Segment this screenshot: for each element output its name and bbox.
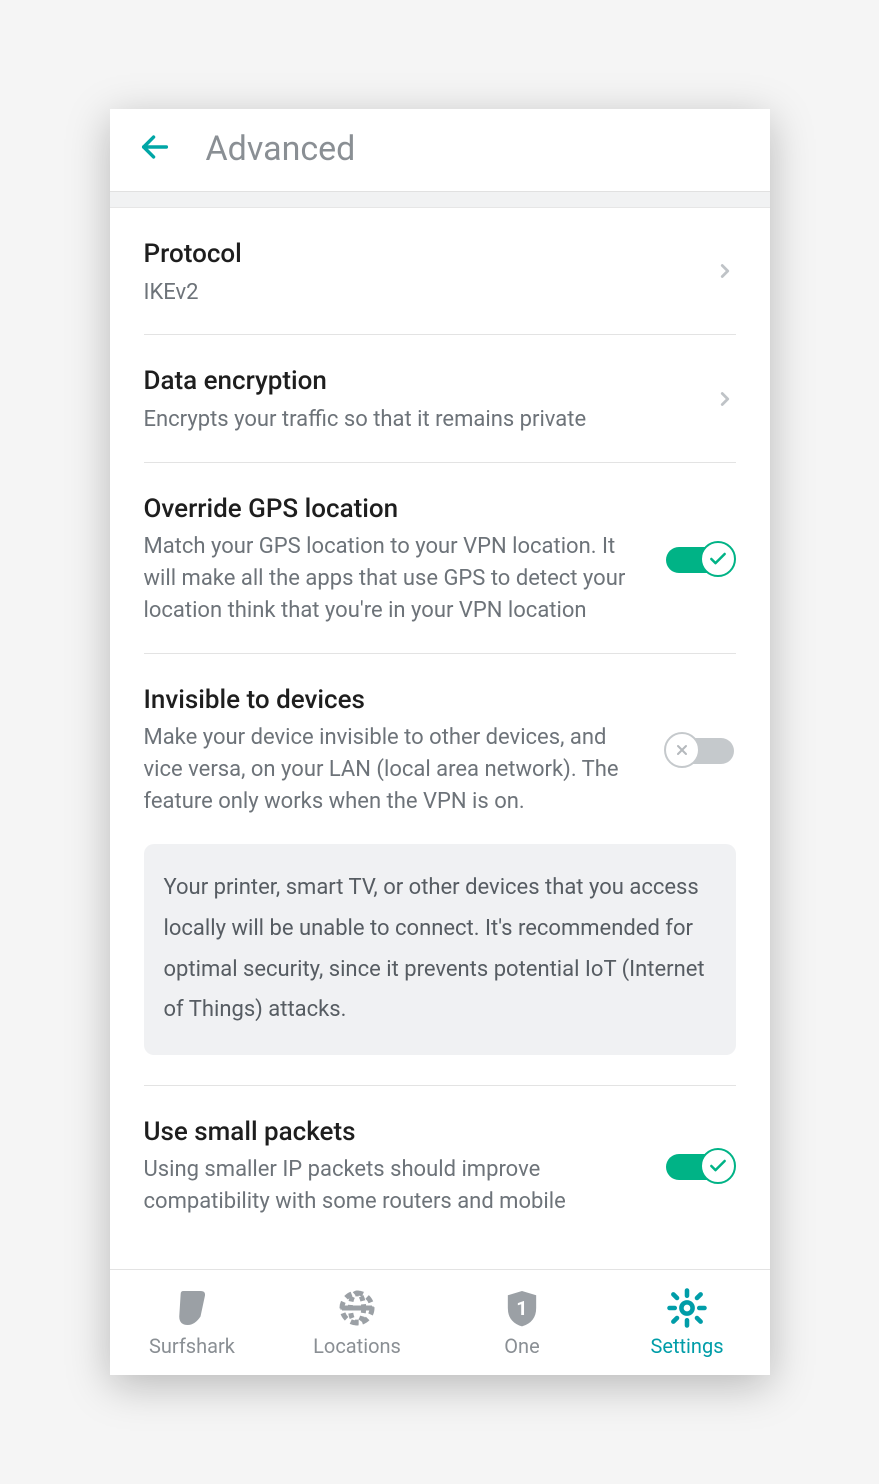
bottom-nav: Surfshark Locations 1 One Settings	[110, 1269, 770, 1375]
nav-label: One	[504, 1334, 539, 1358]
close-icon	[664, 732, 700, 768]
setting-title: Protocol	[144, 238, 698, 271]
nav-label: Locations	[313, 1334, 401, 1358]
setting-invisible-info-wrap: Your printer, smart TV, or other devices…	[144, 844, 736, 1086]
svg-text:1: 1	[516, 1297, 527, 1320]
setting-title: Data encryption	[144, 365, 698, 398]
back-arrow-icon[interactable]	[138, 130, 172, 168]
setting-small-packets: Use small packets Using smaller IP packe…	[144, 1086, 736, 1244]
toggle-invisible[interactable]	[664, 732, 736, 770]
setting-protocol[interactable]: Protocol IKEv2	[144, 208, 736, 335]
setting-value: IKEv2	[144, 277, 698, 309]
nav-locations[interactable]: Locations	[275, 1270, 440, 1375]
nav-label: Surfshark	[149, 1334, 235, 1358]
setting-desc: Make your device invisible to other devi…	[144, 722, 648, 818]
globe-icon	[337, 1288, 377, 1328]
setting-override-gps: Override GPS location Match your GPS loc…	[144, 463, 736, 654]
chevron-right-icon	[714, 382, 736, 420]
toggle-override-gps[interactable]	[664, 541, 736, 579]
setting-desc: Encrypts your traffic so that it remains…	[144, 404, 698, 436]
check-icon	[700, 1148, 736, 1184]
nav-surfshark[interactable]: Surfshark	[110, 1270, 275, 1375]
nav-settings[interactable]: Settings	[605, 1270, 770, 1375]
app-screen: Advanced Protocol IKEv2 Data encryption …	[110, 109, 770, 1375]
page-title: Advanced	[206, 129, 356, 169]
gear-icon	[666, 1288, 708, 1328]
check-icon	[700, 541, 736, 577]
setting-data-encryption[interactable]: Data encryption Encrypts your traffic so…	[144, 335, 736, 462]
setting-desc: Match your GPS location to your VPN loca…	[144, 531, 648, 627]
chevron-right-icon	[714, 254, 736, 292]
surfshark-icon	[175, 1288, 209, 1328]
info-box: Your printer, smart TV, or other devices…	[144, 844, 736, 1055]
settings-list: Protocol IKEv2 Data encryption Encrypts …	[110, 208, 770, 1269]
setting-invisible: Invisible to devices Make your device in…	[144, 654, 736, 828]
setting-desc: Using smaller IP packets should improve …	[144, 1154, 648, 1218]
nav-one[interactable]: 1 One	[440, 1270, 605, 1375]
shield-one-icon: 1	[505, 1288, 539, 1328]
section-gap	[110, 192, 770, 208]
setting-title: Invisible to devices	[144, 684, 648, 717]
toggle-small-packets[interactable]	[664, 1148, 736, 1186]
nav-label: Settings	[650, 1334, 723, 1358]
setting-title: Use small packets	[144, 1116, 648, 1149]
app-bar: Advanced	[110, 109, 770, 192]
setting-title: Override GPS location	[144, 493, 648, 526]
